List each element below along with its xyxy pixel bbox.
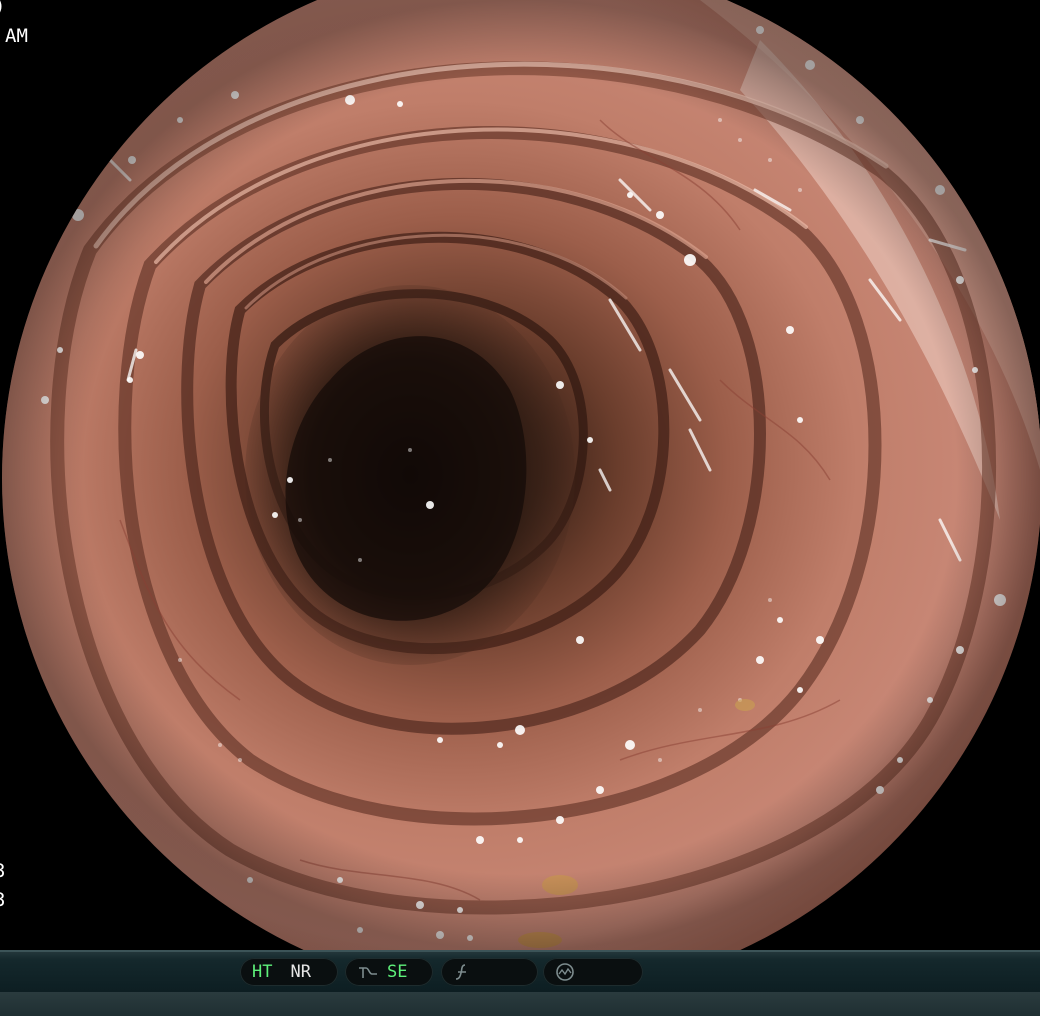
status-pill-se: SE (345, 958, 433, 986)
status-bar-lower-strip (0, 992, 1040, 1016)
time-suffix-label: AM (5, 25, 28, 47)
se-indicator: SE (387, 962, 408, 982)
endoscopic-image (2, 0, 1040, 950)
color-function-icon (453, 963, 471, 981)
overlay-bottom-fragment-1: 3 (0, 861, 5, 881)
overlay-bottom-fragment-2: 3 (0, 890, 5, 910)
overlay-top-fragment: ) (0, 0, 5, 16)
endoscope-viewer: ) AM 3 3 (0, 0, 1040, 950)
scope-field (2, 0, 1040, 950)
status-pill-color-function (441, 958, 538, 986)
status-pill-auto-gain (543, 958, 643, 986)
status-pill-ht-nr: HT NR (240, 958, 338, 986)
auto-gain-icon (555, 962, 575, 982)
structure-enhance-icon (357, 964, 379, 980)
nr-indicator: NR (290, 962, 311, 982)
ht-indicator: HT (252, 962, 273, 982)
processor-status-bar: HT NR SE (0, 950, 1040, 1016)
